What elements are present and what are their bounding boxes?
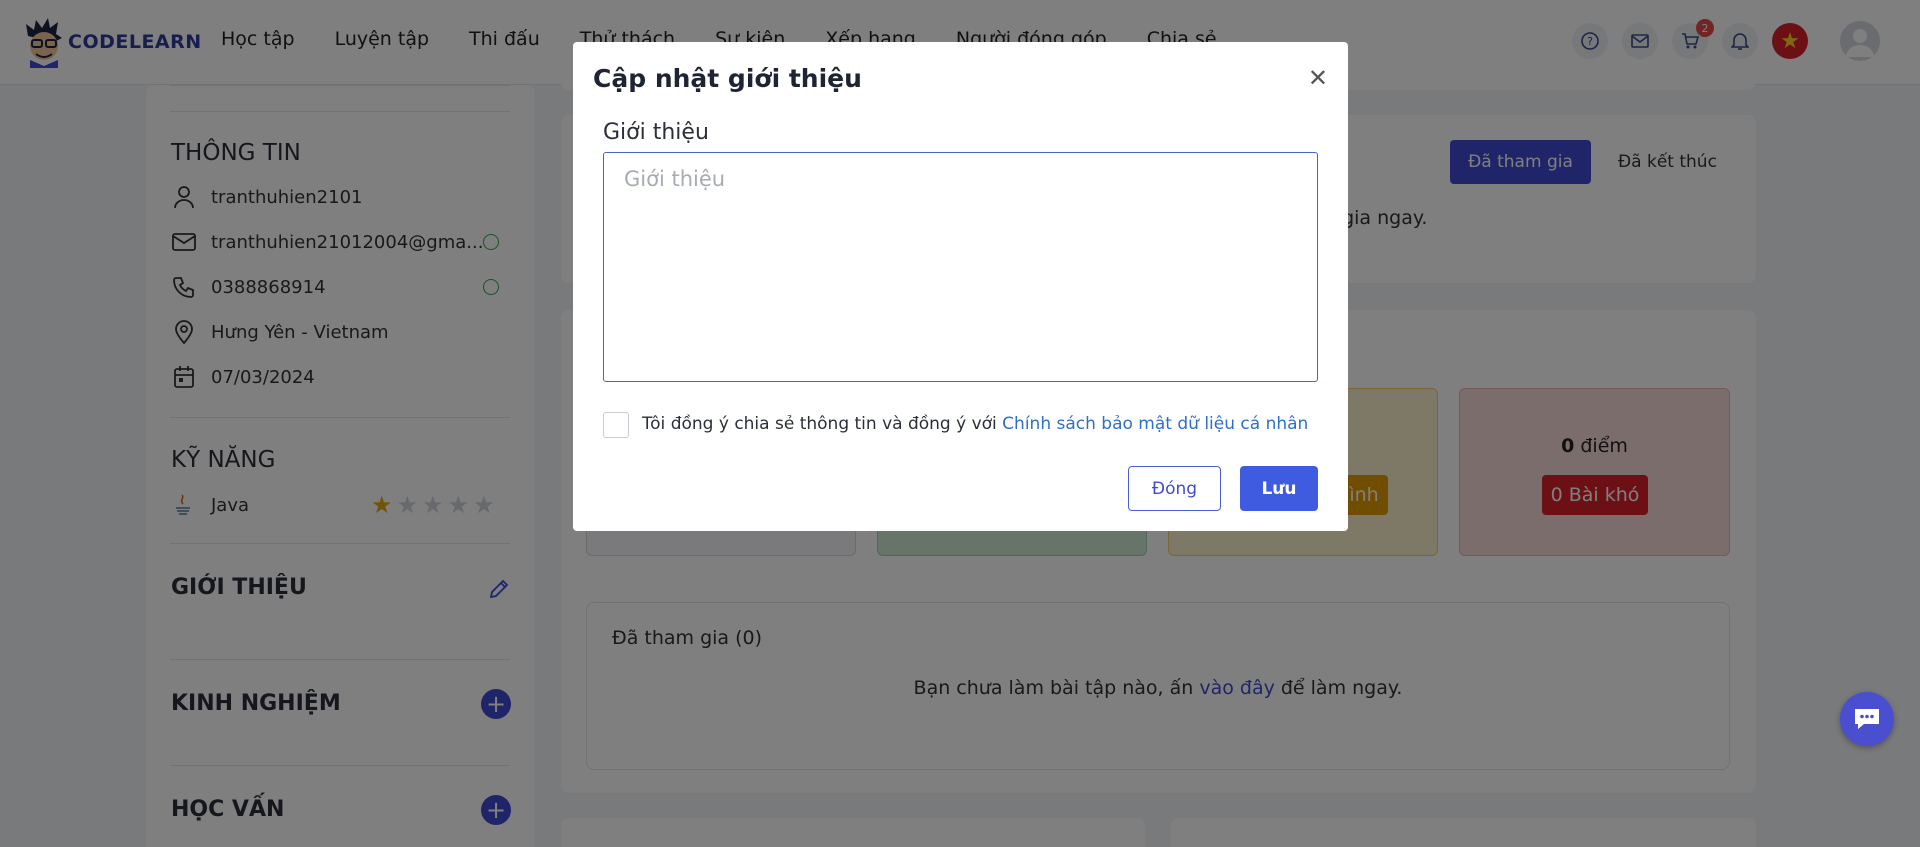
update-intro-modal: Cập nhật giới thiệu ✕ Giới thiệu Tôi đồn… [573,42,1348,531]
modal-title: Cập nhật giới thiệu [593,64,862,93]
close-icon[interactable]: ✕ [1308,66,1328,90]
save-button[interactable]: Lưu [1240,466,1318,511]
consent-label: Tôi đồng ý chia sẻ thông tin và đồng ý v… [642,414,1003,434]
privacy-policy-link[interactable]: Chính sách bảo mật dữ liệu cá nhân [1002,414,1308,434]
intro-textarea[interactable] [603,152,1318,382]
chat-button[interactable] [1840,692,1894,746]
consent-checkbox[interactable] [603,412,629,438]
close-button[interactable]: Đóng [1128,466,1221,511]
intro-field-label: Giới thiệu [603,120,709,145]
consent-text: Tôi đồng ý chia sẻ thông tin và đồng ý v… [642,414,1308,434]
